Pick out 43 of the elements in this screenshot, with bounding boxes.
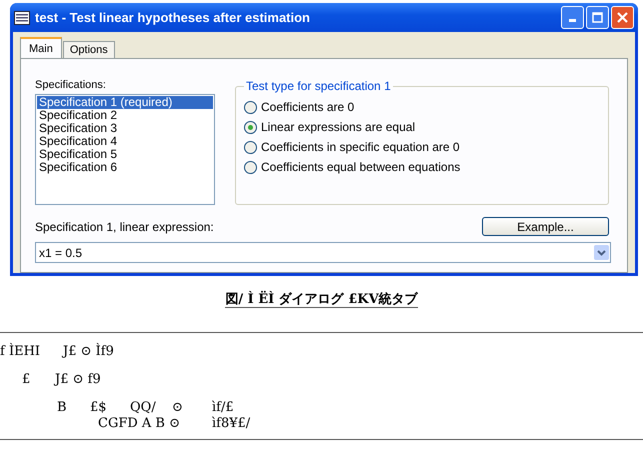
radio-label[interactable]: Coefficients in specific equation are 0 (261, 140, 460, 154)
table-cell-text: ìf/£ (212, 400, 235, 414)
table-cell-text: J£ ⊙ f9 (55, 372, 102, 386)
close-button[interactable] (611, 6, 634, 29)
radio-button[interactable] (244, 160, 257, 174)
maximize-button[interactable] (586, 6, 609, 29)
close-icon (617, 12, 628, 23)
table-cell-text: £ (22, 372, 32, 386)
table-cell-text: f ÌEHI (0, 344, 42, 358)
list-item[interactable]: Specification 5 (37, 148, 213, 161)
table-cell-text: QQ/ (130, 400, 157, 414)
list-item[interactable]: Specification 4 (37, 135, 213, 148)
table-cell-text: £$ (90, 400, 108, 414)
list-item[interactable]: Specification 3 (37, 122, 213, 135)
figure-caption: 図/ Ì ËÌ ダイアログ £KV統タブ (225, 292, 418, 308)
list-item[interactable]: Specification 2 (37, 109, 213, 122)
dropdown-icon[interactable] (594, 245, 609, 260)
table-cell-text: ìf8¥£/ (212, 416, 252, 430)
list-item[interactable]: Specification 6 (37, 161, 213, 174)
table-cell-text: ⊙ (172, 400, 184, 414)
group-title: Test type for specification 1 (245, 79, 392, 93)
tab[interactable]: Main (20, 37, 62, 58)
example-button[interactable]: Example... (482, 217, 609, 236)
table-cell-text: J£ ⊙ Ìf9 (63, 344, 115, 358)
table-cell-text: B (57, 400, 68, 414)
radio-button[interactable] (244, 120, 257, 134)
specifications-label: Specifications: (35, 79, 107, 91)
app-icon (14, 10, 30, 24)
minimize-button[interactable] (561, 6, 584, 29)
expression-value: x1 = 0.5 (39, 246, 82, 260)
expression-label: Specification 1, linear expression: (35, 220, 214, 234)
list-item[interactable]: Specification 1 (required) (37, 96, 213, 109)
radio-label[interactable]: Coefficients equal between equations (261, 160, 460, 174)
radio-button[interactable] (244, 100, 257, 114)
radio-label[interactable]: Linear expressions are equal (261, 120, 416, 134)
specification-list[interactable]: Specification 1 (required) Specification 2 Specification 3 Specification 4 Specification 5 Specification 6 (35, 94, 215, 205)
radio-label[interactable]: Coefficients are 0 (261, 100, 354, 114)
table-cell-text: CGFD A B ⊙ (98, 416, 182, 430)
maximize-icon (592, 12, 603, 23)
tab[interactable]: Options (62, 41, 115, 58)
expression-combo[interactable]: x1 = 0.5 (35, 242, 611, 263)
radio-button[interactable] (244, 140, 257, 154)
window-title: test - Test linear hypotheses after estimation (35, 10, 311, 25)
